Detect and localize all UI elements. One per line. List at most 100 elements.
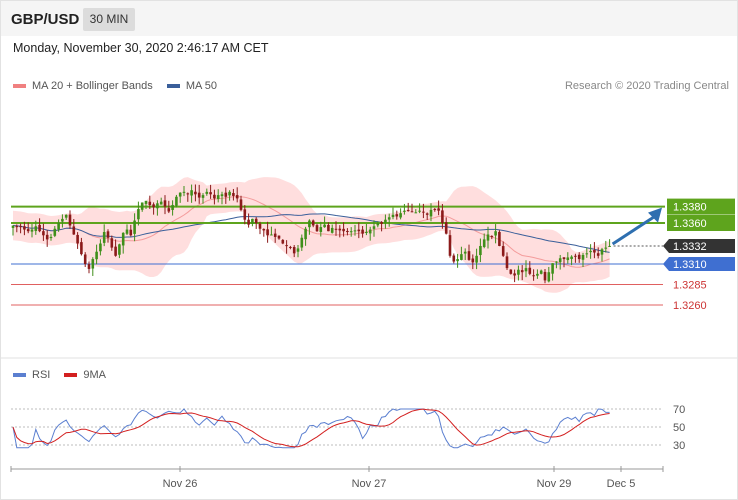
rsi-9ma-line bbox=[12, 408, 610, 448]
candle-body bbox=[555, 261, 558, 263]
time-tick-label: Nov 29 bbox=[537, 478, 572, 490]
candle-body bbox=[213, 194, 216, 199]
candle-body bbox=[45, 234, 49, 240]
rsi-level-label: 50 bbox=[673, 422, 685, 434]
candle-body bbox=[490, 235, 494, 237]
candle-body bbox=[330, 227, 334, 233]
candle-body bbox=[270, 234, 273, 236]
candle-body bbox=[266, 229, 269, 236]
forecast-arrow-shaft bbox=[611, 214, 657, 246]
candle-body bbox=[384, 219, 387, 223]
candle-body bbox=[551, 263, 554, 274]
candle-body bbox=[338, 228, 342, 231]
candle-body bbox=[11, 225, 15, 228]
candle-body bbox=[167, 208, 171, 212]
candle-body bbox=[486, 234, 490, 241]
candle-body bbox=[110, 238, 114, 248]
candle-body bbox=[517, 269, 520, 275]
candle-body bbox=[95, 251, 98, 260]
candle-body bbox=[539, 270, 543, 274]
candle-body bbox=[34, 226, 38, 232]
candle-body bbox=[346, 230, 349, 233]
candle-body bbox=[604, 247, 608, 249]
candle-body bbox=[224, 192, 228, 197]
target-label: 1.3260 bbox=[673, 300, 707, 312]
candle-body bbox=[64, 214, 68, 218]
candle-body bbox=[182, 191, 186, 193]
candle-body bbox=[186, 193, 190, 195]
candle-body bbox=[23, 226, 26, 230]
candle-body bbox=[87, 264, 91, 269]
candle-body bbox=[444, 222, 448, 234]
candle-body bbox=[49, 236, 53, 239]
candle-body bbox=[68, 214, 72, 226]
candle-body bbox=[422, 211, 425, 213]
candle-body bbox=[600, 249, 604, 255]
candle-body bbox=[513, 273, 516, 276]
rsi-line bbox=[12, 408, 610, 449]
candle-body bbox=[178, 192, 182, 197]
candle-body bbox=[296, 248, 300, 252]
candle-body bbox=[577, 254, 581, 260]
candle-body bbox=[72, 226, 76, 235]
candle-body bbox=[509, 269, 513, 274]
candle-body bbox=[114, 246, 117, 256]
time-tick-label: Nov 27 bbox=[352, 478, 387, 490]
candle-body bbox=[467, 251, 471, 260]
candle-body bbox=[262, 228, 266, 231]
candle-body bbox=[387, 217, 391, 220]
candle-body bbox=[308, 220, 311, 228]
candle-body bbox=[133, 220, 136, 234]
price-chart: 1.3380 1.3360 1.3332 1.3310 1.3285 1.3260 70 5… bbox=[1, 177, 737, 490]
candle-body bbox=[292, 247, 296, 254]
candle-body bbox=[437, 208, 440, 211]
rsi-level-label: 30 bbox=[673, 440, 685, 452]
candle-body bbox=[433, 209, 437, 211]
candle-body bbox=[91, 259, 95, 269]
candle-body bbox=[144, 200, 148, 204]
candle-body bbox=[498, 231, 501, 246]
time-axis: Nov 26 Nov 27 Nov 29 Dec 5 bbox=[10, 466, 664, 490]
candle-body bbox=[596, 253, 600, 256]
candle-body bbox=[163, 200, 167, 207]
candle-body bbox=[106, 231, 110, 238]
candle-body bbox=[471, 258, 475, 263]
candle-body bbox=[57, 223, 60, 230]
candle-body bbox=[315, 225, 319, 232]
candle-body bbox=[140, 202, 144, 210]
candle-body bbox=[342, 228, 345, 232]
candle-body bbox=[429, 209, 433, 217]
candle-body bbox=[258, 223, 262, 229]
candle-body bbox=[118, 244, 121, 255]
candle-body bbox=[482, 239, 486, 247]
candle-body bbox=[232, 193, 235, 196]
candle-body bbox=[463, 251, 467, 254]
candle-body bbox=[239, 199, 243, 210]
candle-body bbox=[357, 229, 361, 232]
candle-body bbox=[418, 210, 421, 212]
candle-body bbox=[152, 204, 155, 208]
level-labels: 1.3380 1.3360 1.3332 1.3310 1.3285 1.3260 bbox=[663, 198, 735, 312]
candle-body bbox=[327, 224, 330, 232]
candle-body bbox=[501, 246, 505, 256]
candle-body bbox=[323, 224, 326, 228]
candle-body bbox=[395, 214, 399, 217]
candle-body bbox=[42, 231, 45, 236]
candle-body bbox=[425, 213, 429, 215]
candle-body bbox=[228, 191, 231, 196]
candle-body bbox=[99, 243, 102, 252]
candle-body bbox=[171, 204, 174, 210]
candle-body bbox=[528, 267, 532, 274]
candle-body bbox=[53, 228, 57, 236]
candle-body bbox=[608, 245, 611, 247]
resistance-label: 1.3380 bbox=[673, 202, 707, 214]
candle-body bbox=[581, 254, 585, 260]
candle-body bbox=[121, 232, 125, 246]
candle-body bbox=[201, 195, 205, 198]
candle-body bbox=[26, 229, 30, 232]
candle-body bbox=[38, 224, 41, 232]
candle-body bbox=[547, 272, 551, 282]
candle-body bbox=[289, 246, 292, 248]
candle-body bbox=[365, 232, 368, 234]
target-label: 1.3285 bbox=[673, 280, 707, 292]
